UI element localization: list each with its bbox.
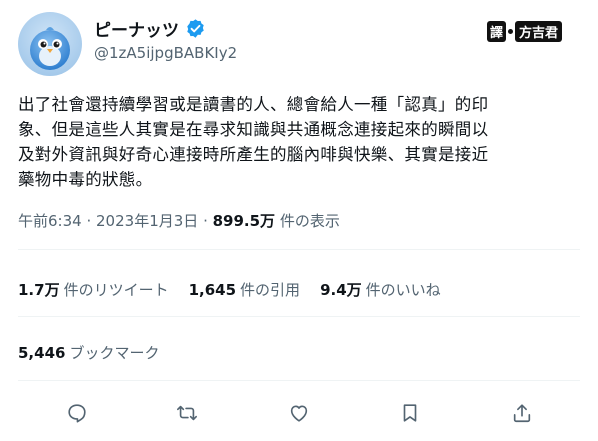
- meta-separator: ·: [203, 212, 213, 230]
- reply-button[interactable]: [62, 398, 92, 428]
- translator-watermark: 譯 方吉君: [487, 21, 563, 42]
- likes-label: 件のいいね: [365, 281, 441, 299]
- quotes-label: 件の引用: [240, 281, 301, 299]
- watermark-label-b: 方吉君: [515, 21, 563, 42]
- likes-stat[interactable]: 9.4万 件のいいね: [320, 279, 441, 300]
- reply-icon: [68, 404, 86, 423]
- verified-badge-icon: [187, 19, 204, 38]
- watermark-label-a: 譯: [487, 21, 507, 42]
- bookmark-button[interactable]: [395, 398, 425, 428]
- retweets-label: 件のリツイート: [63, 281, 169, 299]
- bookmark-icon: [403, 404, 417, 422]
- retweets-count: 1.7万: [18, 281, 60, 299]
- meta-separator: ·: [86, 212, 97, 230]
- tweet-stats: 1.7万 件のリツイート 1,645 件の引用 9.4万 件のいいね: [18, 279, 441, 300]
- tweet-date[interactable]: 2023年1月3日: [96, 212, 198, 230]
- views-label: 件の表示: [279, 212, 340, 230]
- like-button[interactable]: [284, 398, 314, 428]
- tweet-meta: 午前6:34 · 2023年1月3日 · 899.5万 件の表示: [18, 210, 340, 231]
- display-name[interactable]: ピーナッツ: [94, 16, 179, 41]
- blue-bird-avatar-icon: [18, 12, 82, 76]
- divider: [18, 380, 580, 381]
- quotes-count: 1,645: [188, 281, 237, 299]
- bookmarks-stat[interactable]: 5,446 ブックマーク: [18, 342, 159, 363]
- bookmarks-count: 5,446: [18, 344, 66, 362]
- divider: [18, 316, 580, 317]
- views-count: 899.5万: [212, 212, 276, 230]
- like-icon: [290, 405, 308, 422]
- share-icon: [513, 404, 531, 423]
- divider: [18, 249, 580, 250]
- watermark-dot: [508, 29, 514, 34]
- retweet-button[interactable]: [172, 398, 202, 428]
- quotes-stat[interactable]: 1,645 件の引用: [189, 279, 300, 300]
- action-bar: [0, 398, 598, 428]
- likes-count: 9.4万: [320, 281, 362, 299]
- display-name-row[interactable]: ピーナッツ: [94, 16, 206, 41]
- share-button[interactable]: [507, 398, 537, 428]
- avatar[interactable]: [18, 12, 82, 76]
- user-handle[interactable]: @1zA5ijpgBABKIy2: [94, 44, 237, 62]
- tweet-time[interactable]: 午前6:34: [18, 212, 82, 230]
- retweet-icon: [177, 405, 197, 421]
- tweet-text: 出了社會還持續學習或是讀書的人、總會給人一種「認真」的印 象、但是這些人其實是在…: [18, 95, 489, 189]
- retweets-stat[interactable]: 1.7万 件のリツイート: [18, 279, 169, 300]
- bookmarks-label: ブックマーク: [69, 344, 160, 362]
